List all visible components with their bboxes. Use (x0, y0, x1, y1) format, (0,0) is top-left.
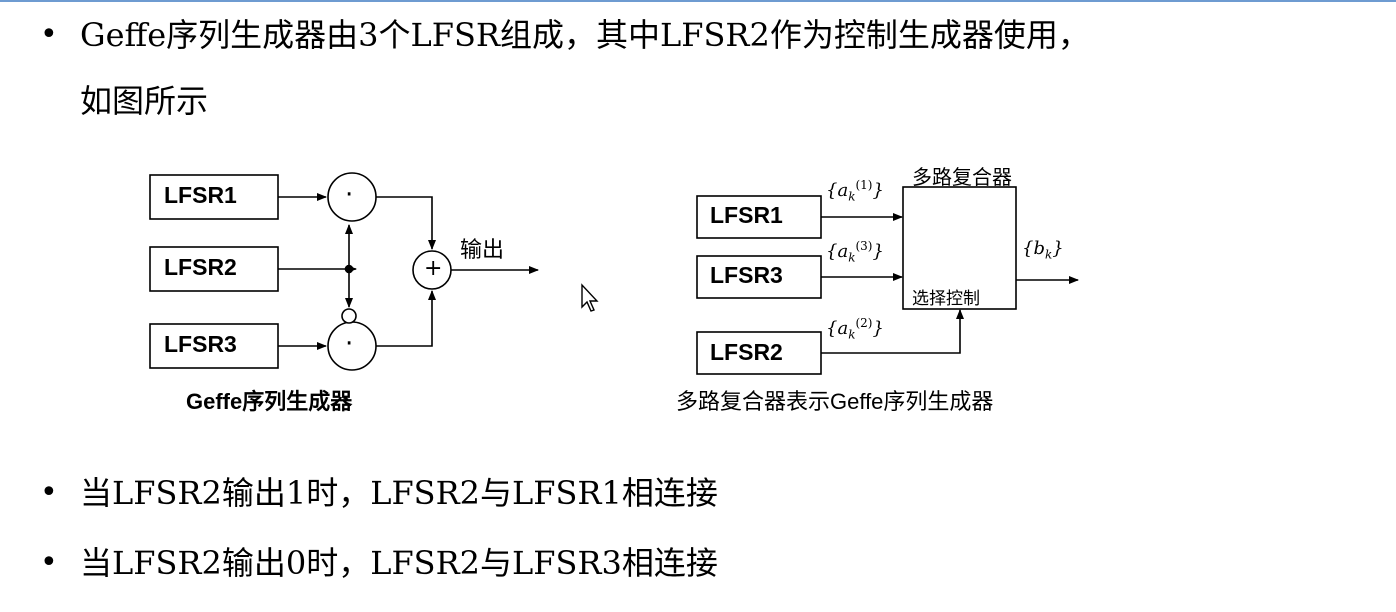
mux-title: 多路复合器 (912, 165, 1012, 189)
seq-a1-label: {ak(1)} (826, 178, 884, 204)
seq-bk-label: {bk} (1022, 238, 1064, 262)
left-lfsr1-label: LFSR1 (164, 182, 237, 208)
right-lfsr1-label: LFSR1 (710, 202, 783, 228)
right-lfsr3-label: LFSR3 (710, 262, 783, 288)
left-diagram-caption: Geffe序列生成器 (186, 389, 353, 414)
and-top-symbol: · (345, 180, 354, 210)
bullet-dot: • (40, 545, 58, 580)
mouse-pointer-icon (581, 283, 599, 312)
right-lfsr2-label: LFSR2 (710, 339, 783, 365)
and-bottom-symbol: · (345, 329, 354, 359)
seq-a2-label: {ak(2)} (826, 316, 884, 342)
seq-a3-label: {ak(3)} (826, 239, 884, 265)
mux-control-label: 选择控制 (912, 289, 980, 309)
bullet-text: 当LFSR2输出1时，LFSR2与LFSR1相连接 (80, 474, 718, 512)
output-label: 输出 (460, 238, 505, 263)
bullet-text: 当LFSR2输出0时，LFSR2与LFSR3相连接 (80, 544, 718, 582)
diagram-canvas (149, 172, 1079, 375)
xor-symbol: + (424, 256, 443, 281)
bullet-dot: • (40, 475, 58, 510)
left-lfsr3-label: LFSR3 (164, 331, 237, 357)
inverter-bubble (341, 308, 357, 324)
left-lfsr2-label: LFSR2 (164, 254, 237, 280)
right-diagram-caption: 多路复合器表示Geffe序列生成器 (676, 389, 994, 414)
